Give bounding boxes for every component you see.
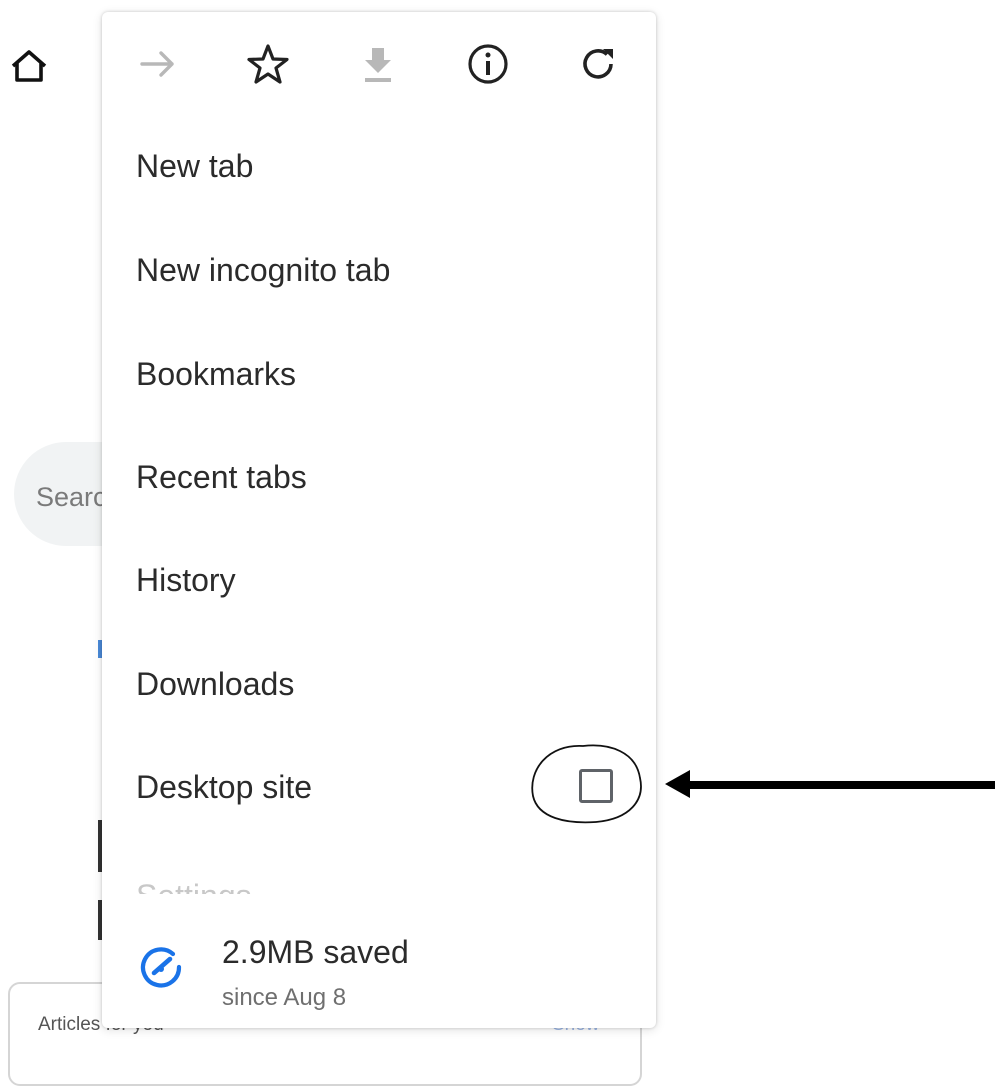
annotation-overlay: [531, 744, 995, 824]
annotation-circle: [531, 744, 642, 824]
annotation-arrowhead: [665, 770, 690, 798]
